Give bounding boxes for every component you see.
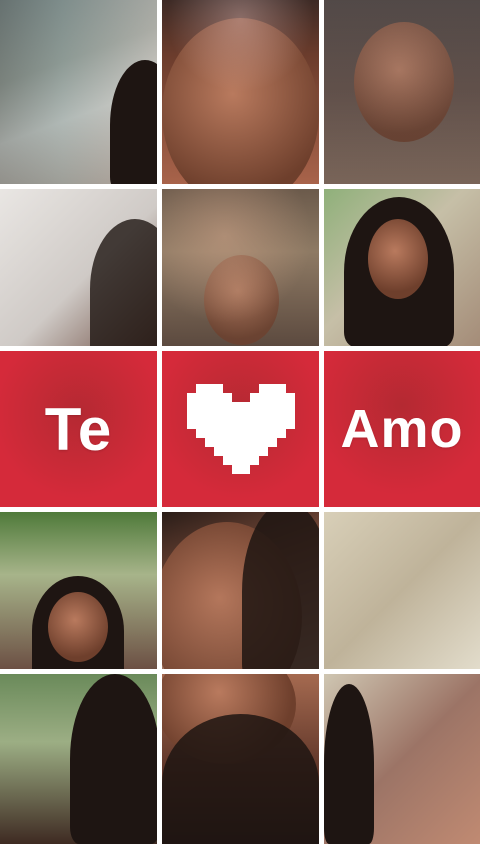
- word-amo: Amo: [340, 399, 464, 459]
- photo-tile: [162, 512, 319, 669]
- photo-tile: [0, 0, 157, 184]
- text-tile-te: Te: [0, 351, 157, 507]
- word-te: Te: [44, 395, 113, 463]
- bottom-divider: [0, 846, 480, 852]
- photo-tile: [0, 189, 157, 346]
- photo-tile: [162, 674, 319, 844]
- pixel-heart-icon: [186, 384, 295, 474]
- text-tile-amo: Amo: [324, 351, 480, 507]
- photo-tile: [162, 189, 319, 346]
- photo-tile: [0, 674, 157, 844]
- photo-collage-grid: Te Amo: [0, 0, 480, 852]
- photo-tile: [324, 0, 480, 184]
- photo-tile: [162, 0, 319, 184]
- photo-tile: [324, 189, 480, 346]
- heart-tile: [162, 351, 319, 507]
- photo-tile: [0, 512, 157, 669]
- photo-tile: [324, 512, 480, 669]
- photo-tile: [324, 674, 480, 844]
